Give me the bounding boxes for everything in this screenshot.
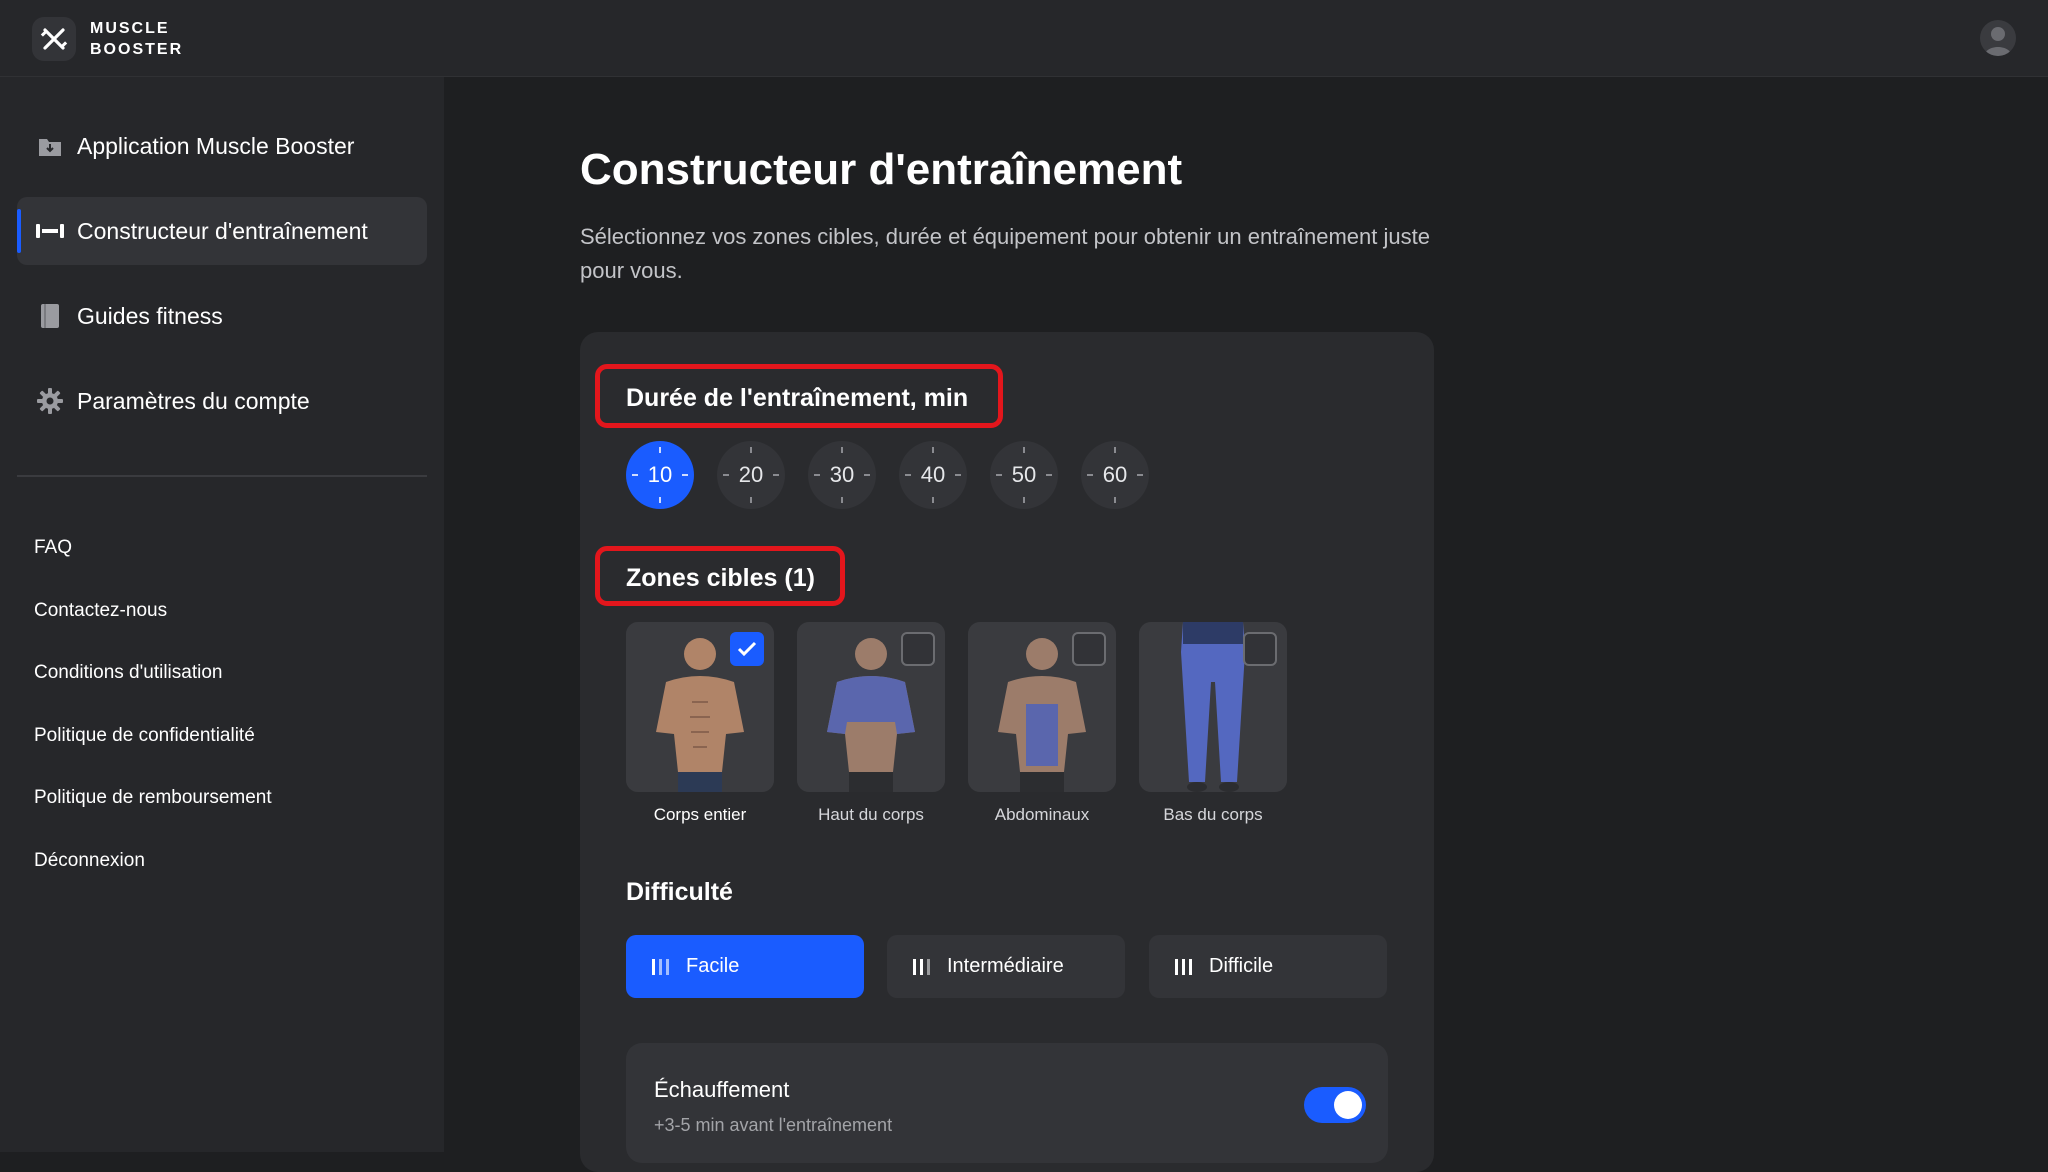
warmup-panel: Échauffement +3-5 min avant l'entraîneme… bbox=[626, 1043, 1388, 1163]
duration-option-label: 50 bbox=[1011, 462, 1037, 487]
difficulty-bars-icon bbox=[652, 958, 670, 975]
page-title: Constructeur d'entraînement bbox=[580, 145, 1183, 194]
zone-label: Abdominaux bbox=[994, 805, 1090, 824]
duration-option-60[interactable]: 60 bbox=[1081, 441, 1149, 509]
zone-checkbox[interactable] bbox=[1072, 632, 1106, 666]
dumbbell-icon bbox=[35, 216, 65, 246]
zone-card-abs[interactable] bbox=[968, 622, 1116, 792]
difficulty-label: Difficile bbox=[1209, 955, 1274, 977]
duration-option-label: 30 bbox=[829, 462, 855, 487]
duration-option-50[interactable]: 50 bbox=[990, 441, 1058, 509]
difficulty-hard-button[interactable]: Difficile bbox=[1149, 935, 1387, 998]
duration-option-30[interactable]: 30 bbox=[808, 441, 876, 509]
book-icon bbox=[35, 301, 65, 331]
zone-label: Corps entier bbox=[653, 805, 747, 824]
sidebar-item-workout-builder[interactable]: Constructeur d'entraînement bbox=[17, 197, 427, 265]
difficulty-section-title: Difficulté bbox=[626, 878, 733, 906]
zone-checkbox-checked[interactable] bbox=[730, 632, 764, 666]
zone-card-full-body[interactable] bbox=[626, 622, 774, 792]
logo-line-2: BOOSTER bbox=[90, 41, 184, 58]
zone-card-lower-body[interactable] bbox=[1139, 622, 1287, 792]
zone-label: Bas du corps bbox=[1163, 805, 1263, 824]
warmup-toggle[interactable] bbox=[1304, 1087, 1366, 1123]
sidebar: Application Muscle Booster Constructeur … bbox=[0, 77, 444, 1152]
link-faq[interactable]: FAQ bbox=[34, 537, 72, 559]
warmup-title: Échauffement bbox=[654, 1077, 790, 1102]
top-bar: MUSCLE BOOSTER bbox=[0, 0, 2048, 77]
duration-option-40[interactable]: 40 bbox=[899, 441, 967, 509]
crossed-dumbbell-logo-icon bbox=[32, 17, 76, 61]
duration-option-label: 20 bbox=[738, 462, 764, 487]
sidebar-divider bbox=[17, 475, 427, 477]
duration-option-label: 40 bbox=[920, 462, 946, 487]
sidebar-item-account-settings[interactable]: Paramètres du compte bbox=[17, 367, 427, 435]
toggle-knob bbox=[1334, 1091, 1362, 1119]
sidebar-item-fitness-guides[interactable]: Guides fitness bbox=[17, 282, 427, 350]
zone-checkbox[interactable] bbox=[1243, 632, 1277, 666]
warmup-subtitle: +3-5 min avant l'entraînement bbox=[654, 1115, 893, 1135]
duration-option-label: 10 bbox=[647, 462, 673, 487]
gear-icon bbox=[35, 386, 65, 416]
sidebar-item-label: Guides fitness bbox=[77, 302, 223, 329]
duration-option-20[interactable]: 20 bbox=[717, 441, 785, 509]
difficulty-bars-icon bbox=[1175, 958, 1193, 975]
page-subtitle: Sélectionnez vos zones cibles, durée et … bbox=[580, 224, 1430, 283]
logo-text: MUSCLE BOOSTER bbox=[90, 18, 200, 60]
duration-section-title: Durée de l'entraînement, min bbox=[626, 384, 969, 412]
sidebar-item-label: Paramètres du compte bbox=[77, 387, 310, 414]
difficulty-label: Intermédiaire bbox=[947, 955, 1064, 977]
logo-line-1: MUSCLE bbox=[90, 20, 170, 37]
link-contact[interactable]: Contactez-nous bbox=[34, 600, 167, 622]
sidebar-item-label: Application Muscle Booster bbox=[77, 132, 355, 159]
zone-checkbox[interactable] bbox=[901, 632, 935, 666]
difficulty-easy-button[interactable]: Facile bbox=[626, 935, 864, 998]
app-logo[interactable]: MUSCLE BOOSTER bbox=[32, 17, 200, 61]
link-terms[interactable]: Conditions d'utilisation bbox=[34, 662, 222, 684]
link-logout[interactable]: Déconnexion bbox=[34, 850, 145, 872]
zone-card-upper-body[interactable] bbox=[797, 622, 945, 792]
app-download-icon bbox=[35, 131, 65, 161]
duration-option-label: 60 bbox=[1102, 462, 1128, 487]
duration-option-10[interactable]: 10 bbox=[626, 441, 694, 509]
sidebar-item-app[interactable]: Application Muscle Booster bbox=[17, 112, 427, 180]
link-refund[interactable]: Politique de remboursement bbox=[34, 787, 272, 809]
link-privacy[interactable]: Politique de confidentialité bbox=[34, 725, 255, 747]
user-avatar-icon[interactable] bbox=[1980, 20, 2016, 56]
difficulty-label: Facile bbox=[686, 955, 740, 977]
difficulty-intermediate-button[interactable]: Intermédiaire bbox=[887, 935, 1125, 998]
zone-label: Haut du corps bbox=[818, 805, 924, 824]
difficulty-bars-icon bbox=[913, 958, 931, 975]
zones-section-title: Zones cibles (1) bbox=[626, 564, 815, 592]
sidebar-item-label: Constructeur d'entraînement bbox=[77, 217, 368, 244]
